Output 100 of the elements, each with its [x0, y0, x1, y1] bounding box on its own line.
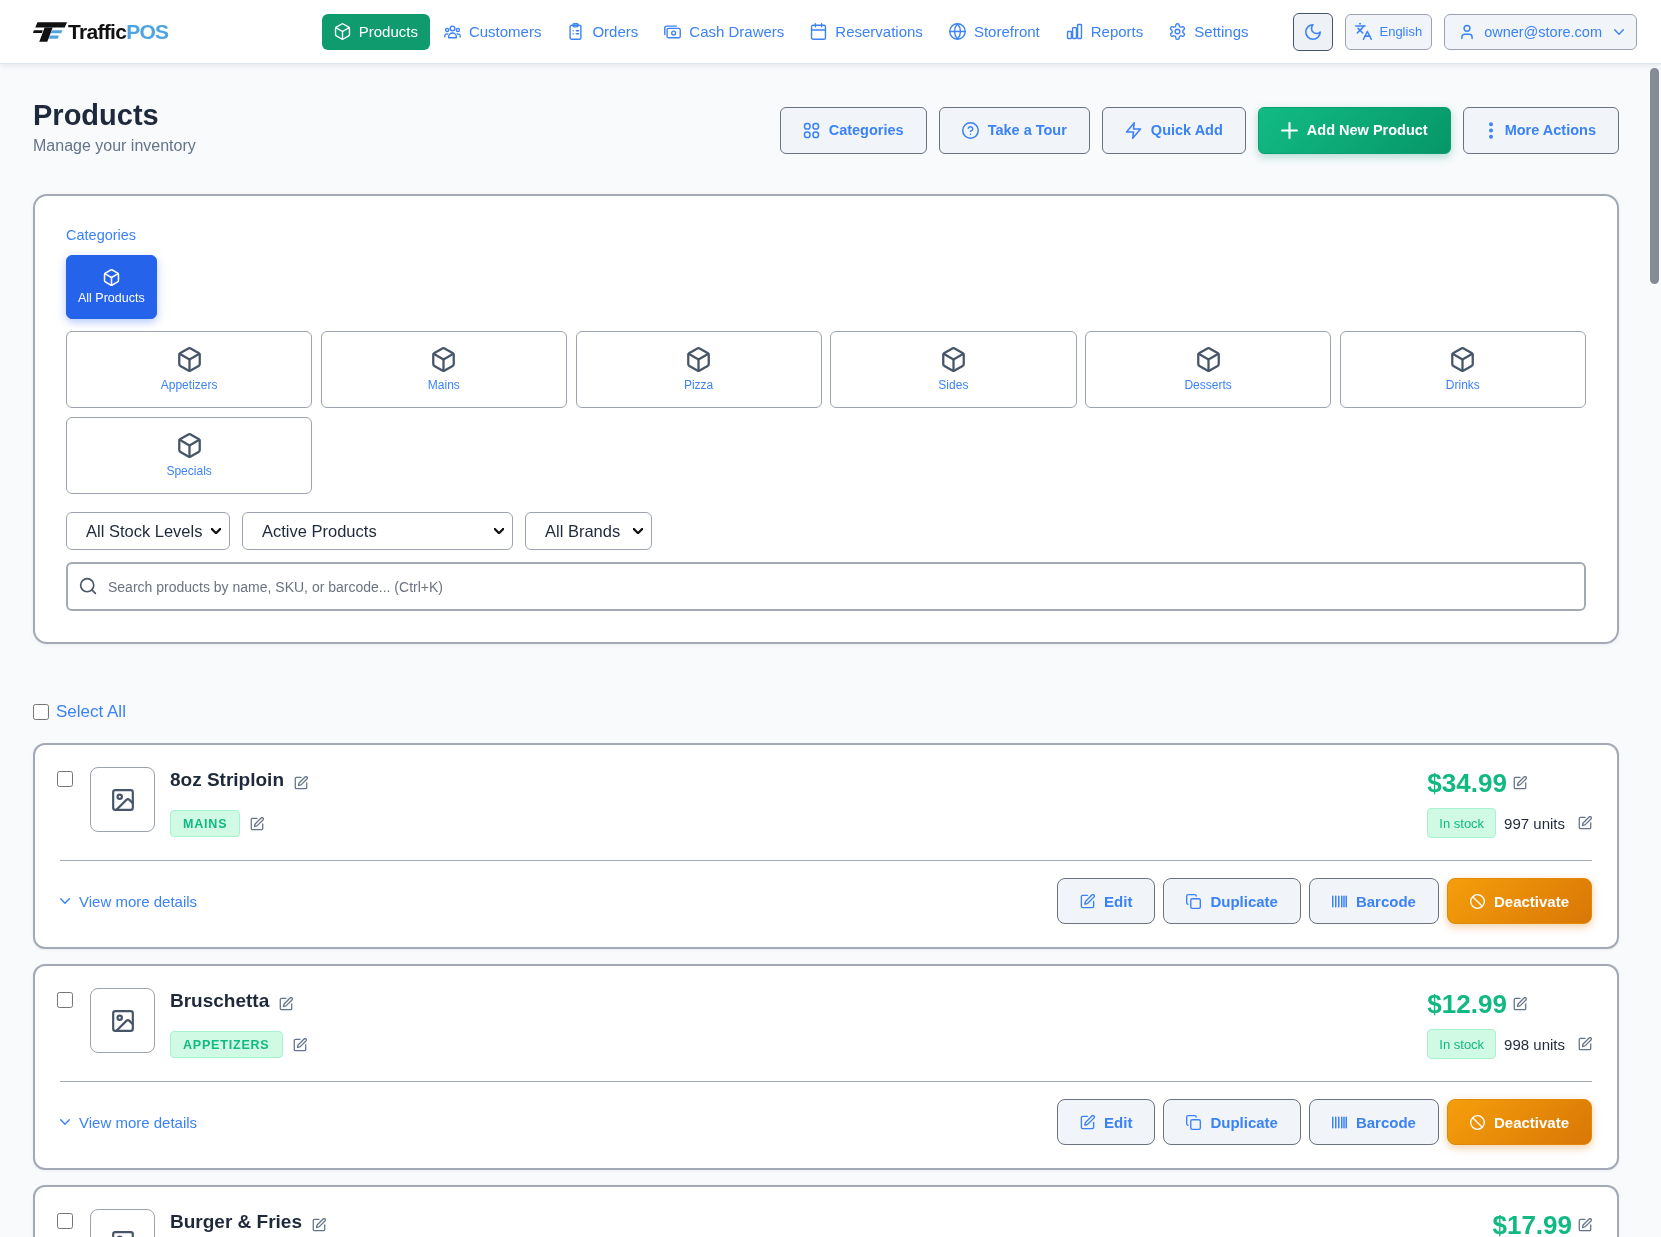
clipboard-icon	[567, 23, 585, 40]
product-name: 8oz Striploin	[170, 768, 284, 792]
category-tag: MAINS	[170, 810, 241, 837]
duplicate-button[interactable]: Duplicate	[1163, 878, 1301, 924]
bar-chart-icon	[1065, 23, 1083, 40]
page-subtitle: Manage your inventory	[33, 136, 196, 156]
ban-icon	[1469, 893, 1485, 909]
nav-link[interactable]: Reservations	[798, 13, 935, 50]
category-tile[interactable]: Pizza	[575, 331, 822, 408]
page-title: Products	[33, 98, 160, 133]
category-tile[interactable]: Mains	[320, 331, 567, 408]
translate-icon	[1355, 23, 1373, 40]
cube-icon	[102, 269, 120, 286]
cube-icon	[1195, 347, 1221, 372]
deactivate-button[interactable]: Deactivate	[1446, 1099, 1592, 1145]
tour-button[interactable]: Take a Tour	[938, 106, 1090, 154]
nav-link[interactable]: Products	[321, 13, 430, 50]
category-tile[interactable]: Desserts	[1085, 331, 1332, 408]
edit-button[interactable]: Edit	[1057, 878, 1156, 924]
product-checkbox[interactable]	[57, 771, 73, 787]
category-tile[interactable]: Drinks	[1339, 331, 1586, 408]
user-menu-button[interactable]: owner@store.com	[1444, 13, 1637, 50]
users-icon	[443, 23, 461, 40]
chevron-down-icon	[494, 528, 504, 534]
nav-link[interactable]: Settings	[1157, 13, 1261, 50]
details-toggle[interactable]: View more details	[60, 1113, 198, 1131]
edit-icon[interactable]	[292, 1037, 307, 1052]
settings-icon	[1169, 23, 1187, 40]
nav-link[interactable]: Cash Drawers	[652, 13, 797, 50]
edit-button[interactable]: Edit	[1057, 1099, 1156, 1145]
stock-units: 998 units	[1504, 1035, 1565, 1053]
select-all-checkbox[interactable]	[33, 704, 49, 720]
filter-dropdown[interactable]: All Stock Levels	[66, 512, 230, 550]
copy-icon	[1186, 893, 1202, 909]
product-price: $17.99	[1492, 1212, 1572, 1237]
barcode-button[interactable]: Barcode	[1308, 878, 1439, 924]
cube-icon	[333, 23, 351, 40]
image-icon	[110, 787, 135, 812]
logo-icon	[33, 20, 67, 43]
search-field[interactable]: Search products by name, SKU, or barcode... (Ctrl+K)	[66, 562, 1586, 611]
product-name: Burger & Fries	[170, 1210, 302, 1234]
barcode-icon	[1331, 893, 1347, 909]
cube-icon	[940, 347, 966, 372]
image-icon	[110, 1008, 135, 1033]
add-product-button[interactable]: Add New Product	[1257, 106, 1451, 154]
nav-link[interactable]: Reports	[1053, 13, 1156, 50]
nav-link[interactable]: Storefront	[936, 13, 1052, 50]
chevron-down-icon	[633, 528, 643, 534]
product-price: $12.99	[1427, 991, 1507, 1017]
cube-icon	[176, 347, 202, 372]
edit-icon[interactable]	[1578, 1037, 1592, 1051]
edit-icon[interactable]	[1512, 997, 1527, 1011]
edit-icon[interactable]	[294, 776, 308, 790]
cube-icon	[431, 347, 457, 372]
help-circle-icon	[961, 121, 979, 139]
copy-icon	[1186, 1114, 1202, 1130]
chevron-down-icon	[211, 528, 221, 534]
category-tile[interactable]: Sides	[830, 331, 1077, 408]
edit-icon[interactable]	[279, 997, 294, 1011]
user-icon	[1459, 23, 1476, 40]
product-checkbox[interactable]	[57, 1213, 73, 1229]
cube-icon	[686, 347, 712, 372]
edit-icon[interactable]	[1578, 816, 1592, 830]
categories-button[interactable]: Categories	[779, 106, 927, 154]
product-name: Bruschetta	[170, 989, 270, 1013]
category-tile[interactable]: Specials	[66, 417, 313, 494]
language-button[interactable]: English	[1345, 13, 1433, 50]
categories-label: Categories	[66, 226, 138, 244]
edit-icon	[1080, 893, 1096, 909]
cube-icon	[176, 433, 202, 458]
stock-status-badge: In stock	[1427, 808, 1497, 838]
theme-toggle-button[interactable]	[1293, 12, 1334, 51]
more-vertical-icon	[1488, 121, 1493, 139]
nav-link[interactable]: Customers	[431, 13, 554, 50]
plus-icon	[1280, 121, 1298, 139]
more-actions-button[interactable]: More Actions	[1462, 106, 1619, 154]
deactivate-button[interactable]: Deactivate	[1446, 878, 1592, 924]
globe-icon	[948, 23, 966, 40]
barcode-button[interactable]: Barcode	[1308, 1099, 1439, 1145]
stock-status-badge: In stock	[1427, 1029, 1497, 1059]
category-tile[interactable]: Appetizers	[66, 331, 313, 408]
filter-dropdown[interactable]: Active Products	[242, 512, 513, 550]
edit-icon[interactable]	[1578, 1218, 1592, 1232]
chevron-down-icon	[1614, 28, 1624, 35]
edit-icon[interactable]	[250, 816, 265, 831]
category-tag: APPETIZERS	[170, 1031, 283, 1058]
category-tile[interactable]: All Products	[66, 255, 157, 319]
nav-link[interactable]: Orders	[555, 13, 651, 50]
scrollbar-thumb[interactable]	[1650, 68, 1659, 284]
edit-icon[interactable]	[312, 1218, 326, 1232]
quick-add-button[interactable]: Quick Add	[1101, 106, 1246, 154]
filter-dropdown[interactable]: All Brands	[525, 512, 652, 550]
product-checkbox[interactable]	[57, 992, 73, 1008]
duplicate-button[interactable]: Duplicate	[1163, 1099, 1301, 1145]
details-toggle[interactable]: View more details	[60, 892, 198, 910]
grid-icon	[802, 121, 820, 139]
select-all-label[interactable]: Select All	[56, 702, 126, 722]
ban-icon	[1469, 1114, 1485, 1130]
banknote-icon	[664, 23, 682, 40]
edit-icon[interactable]	[1512, 776, 1527, 790]
